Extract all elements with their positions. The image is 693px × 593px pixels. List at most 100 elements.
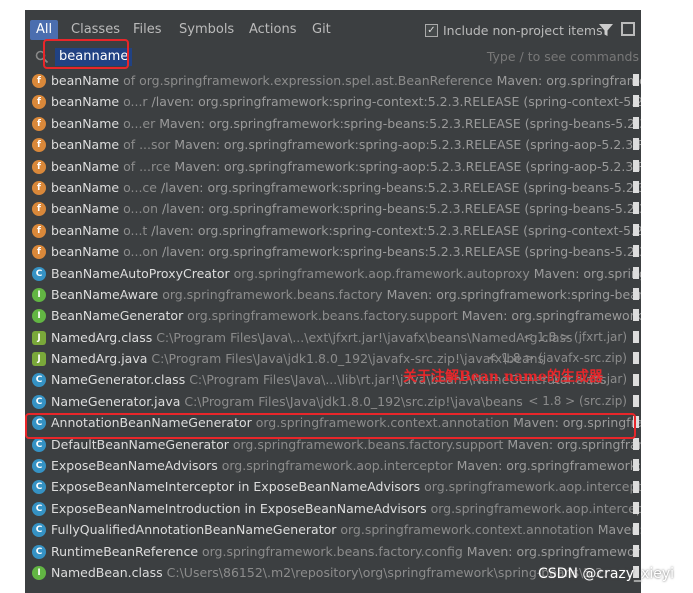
result-row[interactable]: C NameGenerator.java C:\Program Files\Jav… <box>25 391 641 412</box>
result-jdk-label: < 1.8 > (src.zip) <box>528 393 627 408</box>
result-name: NamedArg.java <box>51 351 148 367</box>
result-row[interactable]: f beanName o...t /laven: org.springframew… <box>25 220 641 241</box>
cls-icon: C <box>32 437 46 452</box>
result-row[interactable]: C ExposeBeanNameInterceptor in ExposeBean… <box>25 476 641 497</box>
result-location: org.springframework.beans.factory <box>158 286 383 302</box>
tab-files[interactable]: Files <box>133 20 162 40</box>
result-name: beanName <box>51 137 120 153</box>
iface-icon: I <box>32 287 46 302</box>
result-library: Maven: org.springframew... <box>533 265 641 281</box>
result-location: org.springframework.beans.factory.config <box>198 543 463 559</box>
result-location: of org.springframework.expression.spel.a… <box>119 73 493 88</box>
cls-icon: C <box>32 480 46 495</box>
results-list: f beanName of org.springframework.express… <box>25 70 641 583</box>
result-location: o...on <box>119 244 158 260</box>
result-row[interactable]: I BeanNameAware org.springframework.beans… <box>25 284 641 305</box>
result-location: C:\Program Files\Java\...\ext\jfxrt.jar!… <box>152 329 573 345</box>
scrollbar-marker <box>633 395 639 407</box>
result-library: Maven: org.springframework:spring-aop:5.… <box>174 158 641 174</box>
result-row[interactable]: f beanName o...r /laven: org.springframew… <box>25 91 641 112</box>
scrollbar-marker <box>633 138 639 151</box>
result-name: beanName <box>51 179 120 195</box>
result-row[interactable]: C FullyQualifiedAnnotationBeanNameGenerat… <box>25 519 641 540</box>
result-row[interactable]: f beanName of ...sor Maven: org.springfra… <box>25 134 641 155</box>
result-name: beanName <box>51 73 120 88</box>
scrollbar-marker <box>633 480 639 493</box>
scrollbar-marker <box>633 352 639 365</box>
cls-icon: C <box>32 523 46 538</box>
result-name: BeanNameAutoProxyCreator <box>51 265 230 281</box>
filter-icon[interactable] <box>598 22 614 38</box>
result-location: org.springframework.context.annotation <box>336 522 594 538</box>
result-row[interactable]: f beanName of ...rce Maven: org.springfra… <box>25 156 641 177</box>
cls-icon: C <box>32 501 46 516</box>
result-library: /laven: org.springframework:spring-beans… <box>161 201 641 217</box>
include-non-project-checkbox[interactable]: ✓ Include non-project items <box>425 21 603 39</box>
iface-icon: I <box>32 565 46 580</box>
scrollbar-marker <box>633 523 639 536</box>
result-library: Maven: org.springframework:spri... <box>496 73 641 88</box>
result-name: beanName <box>51 158 120 174</box>
result-location: o...er <box>119 115 156 131</box>
result-location: org.springframework.aop.interceptor <box>217 458 453 474</box>
scrollbar-marker <box>633 330 639 343</box>
result-name: NamedBean.class <box>51 564 163 580</box>
result-row[interactable]: f beanName of org.springframework.express… <box>25 70 641 91</box>
result-name: RuntimeBeanReference <box>51 543 199 559</box>
result-location: org.springframework.aop.interceptor <box>426 500 641 516</box>
tab-symbols[interactable]: Symbols <box>179 20 234 40</box>
annotation-text: 关于注解Bean name的生成器 <box>403 369 603 385</box>
tab-git[interactable]: Git <box>312 20 331 40</box>
tab-actions[interactable]: Actions <box>249 20 297 40</box>
scrollbar-marker <box>633 288 639 300</box>
method-icon: f <box>32 74 46 88</box>
result-location: o...r <box>119 94 148 110</box>
scrollbar-marker <box>633 202 639 215</box>
method-icon: f <box>32 180 46 195</box>
result-name: ExposeBeanNameAdvisors <box>51 458 218 474</box>
scrollbar-marker <box>633 373 639 386</box>
tab-classes[interactable]: Classes <box>71 20 120 40</box>
result-name: beanName <box>51 201 120 217</box>
method-icon: f <box>32 159 46 174</box>
result-library: Maven: org.springframework:spring-b... <box>461 308 641 324</box>
search-everywhere-popup: All Classes Files Symbols Actions Git ✓ … <box>25 10 641 593</box>
result-name: BeanNameGenerator <box>51 308 184 324</box>
result-row[interactable]: J NamedArg.class C:\Program Files\Java\..… <box>25 327 641 348</box>
include-non-project-label: Include non-project items <box>443 22 603 38</box>
result-library: /laven: org.springframework:spring-beans… <box>160 179 641 195</box>
result-row[interactable]: f beanName o...on /laven: org.springframe… <box>25 198 641 219</box>
cls-icon: C <box>32 373 46 388</box>
query-highlight-box <box>43 39 129 69</box>
result-name: beanName <box>51 94 120 110</box>
result-name: beanName <box>51 115 120 131</box>
method-icon: f <box>32 95 46 110</box>
scrollbar-marker <box>633 74 639 86</box>
result-location: o...ce <box>119 179 157 195</box>
result-name: FullyQualifiedAnnotationBeanNameGenerato… <box>51 522 337 538</box>
cls-icon: C <box>32 459 46 474</box>
result-row[interactable]: f beanName o...ce /laven: org.springframe… <box>25 177 641 198</box>
scrollbar-marker <box>633 116 639 129</box>
result-location: o...on <box>119 201 158 217</box>
result-row[interactable]: C BeanNameAutoProxyCreator org.springfram… <box>25 263 641 284</box>
scrollbar-marker <box>633 309 639 322</box>
scrollbar[interactable] <box>633 70 639 590</box>
result-name: NamedArg.class <box>51 329 153 345</box>
tab-all[interactable]: All <box>30 20 59 40</box>
result-name: NameGenerator.java <box>51 393 181 409</box>
result-row[interactable]: C ExposeBeanNameIntroduction in ExposeBea… <box>25 498 641 519</box>
result-row[interactable]: C ExposeBeanNameAdvisors org.springframew… <box>25 455 641 476</box>
scrollbar-marker <box>633 95 639 108</box>
open-in-window-icon[interactable] <box>621 22 635 36</box>
result-location: of ...sor <box>119 137 171 153</box>
result-row[interactable]: C RuntimeBeanReference org.springframewor… <box>25 541 641 562</box>
scrollbar-marker <box>633 437 639 450</box>
cls-icon: C <box>32 394 46 409</box>
result-location: org.springframework.aop.interceptor <box>420 479 641 495</box>
result-row[interactable]: f beanName o...on /laven: org.springframe… <box>25 241 641 262</box>
file-icon: J <box>32 330 46 345</box>
scrollbar-marker <box>633 223 639 236</box>
result-row[interactable]: f beanName o...er Maven: org.springframew… <box>25 113 641 134</box>
result-row[interactable]: I BeanNameGenerator org.springframework.b… <box>25 305 641 326</box>
